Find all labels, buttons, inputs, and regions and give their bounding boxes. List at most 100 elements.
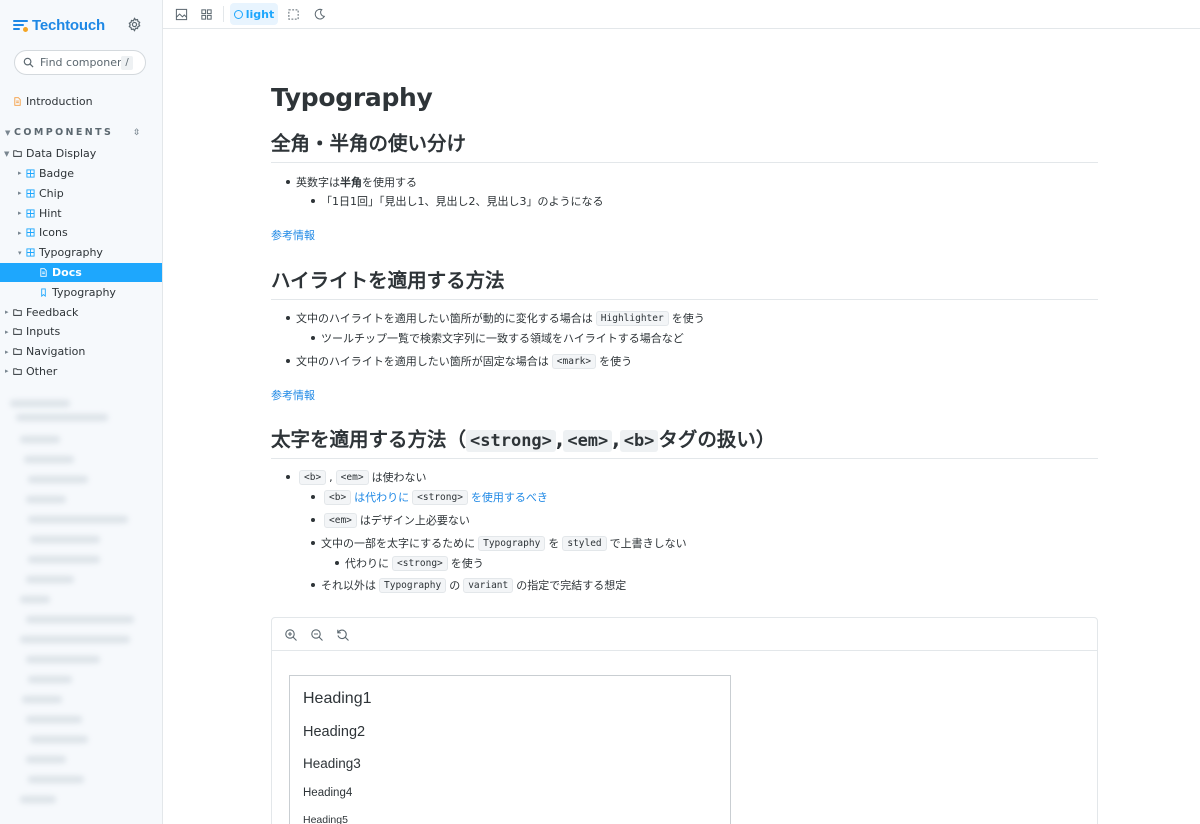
zoom-in-icon[interactable] xyxy=(284,627,298,641)
sidebar-item-label: Chip xyxy=(39,186,64,200)
sidebar-item-icons[interactable]: ▸ Icons xyxy=(0,223,162,243)
sidebar-item-label: Typography xyxy=(52,285,116,299)
heading3-sample: Heading3 xyxy=(303,756,361,771)
search-box[interactable]: / xyxy=(14,50,146,75)
chevron-right-icon: ▸ xyxy=(5,347,9,356)
story-preview-card: Heading1 Heading2 Heading3 Heading4 Head… xyxy=(271,617,1098,824)
sidebar-item-label: Other xyxy=(26,364,58,378)
component-icon xyxy=(26,248,35,257)
chevron-right-icon: ▸ xyxy=(18,189,22,198)
sidebar-item-label: Hint xyxy=(39,206,62,220)
sidebar-item-label: Typography xyxy=(39,246,103,260)
circle-icon xyxy=(233,9,243,19)
sidebar-item-label: Introduction xyxy=(26,95,93,109)
sidebar-item-introduction[interactable]: Introduction xyxy=(0,92,162,112)
list-item: ツールチップ一覧で検索文字列に一致する領域をハイライトする場合など xyxy=(311,330,684,346)
list-item: それ以外は Typography の variant の指定で完結する想定 xyxy=(311,577,626,593)
sidebar-item-docs[interactable]: Docs xyxy=(0,262,162,283)
heading1-sample: Heading1 xyxy=(303,690,372,707)
document-icon xyxy=(14,97,21,107)
sidebar-item-feedback[interactable]: ▸ Feedback xyxy=(0,302,162,322)
folder-icon xyxy=(13,308,22,316)
component-icon xyxy=(26,209,35,218)
heading5-sample: Heading5 xyxy=(303,814,348,824)
chevron-right-icon: ▸ xyxy=(5,367,9,376)
sidebar-item-badge[interactable]: ▸ Badge xyxy=(0,164,162,184)
expand-collapse-icon[interactable]: ⇳ xyxy=(133,128,141,138)
reference-link[interactable]: 参考情報 xyxy=(271,387,315,403)
search-icon xyxy=(23,57,34,68)
blurred-sidebar-region xyxy=(0,392,162,824)
sidebar-item-chip[interactable]: ▸ Chip xyxy=(0,183,162,203)
theme-label: light xyxy=(245,7,275,21)
sidebar-item-hint[interactable]: ▸ Hint xyxy=(0,203,162,223)
image-icon[interactable] xyxy=(171,3,191,25)
storybook-app: Techtouch / Introduction ▼ COMPONENTS ⇳ xyxy=(0,0,1200,824)
grid-icon[interactable] xyxy=(196,3,216,25)
typography-story-canvas: Heading1 Heading2 Heading3 Heading4 Head… xyxy=(289,675,731,824)
document-icon xyxy=(40,268,47,277)
preview-toolbar xyxy=(272,618,1097,651)
chevron-down-icon: ▾ xyxy=(18,248,22,257)
sidebar-item-typography[interactable]: ▾ Typography xyxy=(0,243,162,263)
list-item: 英数字は 半角 を使用する xyxy=(286,174,417,190)
list-item: <b> は代わりに <strong> を使用するべき xyxy=(311,489,548,505)
list-item: 文中のハイライトを適用したい箇所が動的に変化する場合は Highlighter を使… xyxy=(286,310,705,326)
chevron-right-icon: ▸ xyxy=(18,169,22,178)
sidebar-item-data-display[interactable]: ▼ Data Display xyxy=(0,144,162,164)
list-item: 代わりに <strong> を使う xyxy=(335,555,484,571)
sidebar-item-label: Icons xyxy=(39,226,68,240)
chevron-down-icon: ▼ xyxy=(5,128,13,137)
sidebar-item-label: Badge xyxy=(39,166,75,180)
section-heading-fullwidth-halfwidth: 全角・半角の使い分け xyxy=(271,127,1098,163)
section-title: COMPONENTS xyxy=(14,127,114,139)
page-title: Typography xyxy=(271,83,433,112)
outline-icon[interactable] xyxy=(283,3,303,25)
zoom-reset-icon[interactable] xyxy=(336,627,350,641)
sidebar-item-label: Inputs xyxy=(26,325,61,339)
sidebar-item-typography-story[interactable]: Typography xyxy=(0,282,162,302)
brand-logo[interactable]: Techtouch xyxy=(13,14,105,36)
list-item: 「1日1回」「見出し1、見出し2、見出し3」のようになる xyxy=(311,193,604,209)
search-shortcut-key: / xyxy=(121,56,133,70)
theme-toggle-button[interactable]: light xyxy=(230,3,278,25)
sidebar-item-label: Navigation xyxy=(26,345,86,359)
heading4-sample: Heading4 xyxy=(303,787,353,799)
sidebar-section-components[interactable]: ▼ COMPONENTS ⇳ xyxy=(0,122,162,144)
chevron-right-icon: ▸ xyxy=(5,327,9,336)
brand-name: Techtouch xyxy=(32,16,105,34)
folder-icon xyxy=(13,348,22,355)
sidebar-item-other[interactable]: ▸ Other xyxy=(0,362,162,382)
bookmark-icon xyxy=(41,288,46,297)
sidebar-tree: Introduction ▼ COMPONENTS ⇳ ▼ Data Displ… xyxy=(0,92,162,382)
sidebar-item-label: Data Display xyxy=(26,147,97,161)
chevron-right-icon: ▸ xyxy=(18,209,22,218)
search-input[interactable] xyxy=(40,56,122,69)
folder-icon xyxy=(13,328,22,336)
list-item: 文中のハイライトを適用したい箇所が固定な場合は <mark> を使う xyxy=(286,353,632,369)
component-icon xyxy=(26,189,35,198)
sidebar-item-inputs[interactable]: ▸ Inputs xyxy=(0,322,162,342)
reference-link[interactable]: 参考情報 xyxy=(271,227,315,243)
zoom-out-icon[interactable] xyxy=(310,627,324,641)
techtouch-logo-icon xyxy=(13,18,29,32)
chevron-right-icon: ▸ xyxy=(18,228,22,237)
chevron-down-icon: ▼ xyxy=(4,149,10,158)
chevron-right-icon: ▸ xyxy=(5,308,9,317)
section-heading-highlight: ハイライトを適用する方法 xyxy=(271,264,1098,300)
sidebar-item-label: Docs xyxy=(52,265,82,279)
canvas-toolbar: light xyxy=(163,0,1200,29)
list-item: 文中の一部を太字にするために Typography を styled で上書きしない xyxy=(311,535,687,551)
sidebar-item-label: Feedback xyxy=(26,305,79,319)
moon-icon[interactable] xyxy=(309,3,329,25)
list-item: <em> はデザイン上必要ない xyxy=(311,512,470,528)
sidebar-item-navigation[interactable]: ▸ Navigation xyxy=(0,342,162,362)
component-icon xyxy=(26,169,35,178)
sidebar: Techtouch / Introduction ▼ COMPONENTS ⇳ xyxy=(0,0,163,824)
list-item: <b>, <em> は使わない xyxy=(286,469,427,485)
section-heading-bold: 太字を適用する方法（ <strong>, <em>, <b> タグの扱い） xyxy=(271,423,1098,459)
toolbar-divider xyxy=(223,6,224,22)
settings-gear-icon[interactable] xyxy=(127,17,142,32)
folder-icon xyxy=(13,368,22,375)
heading2-sample: Heading2 xyxy=(303,724,366,740)
